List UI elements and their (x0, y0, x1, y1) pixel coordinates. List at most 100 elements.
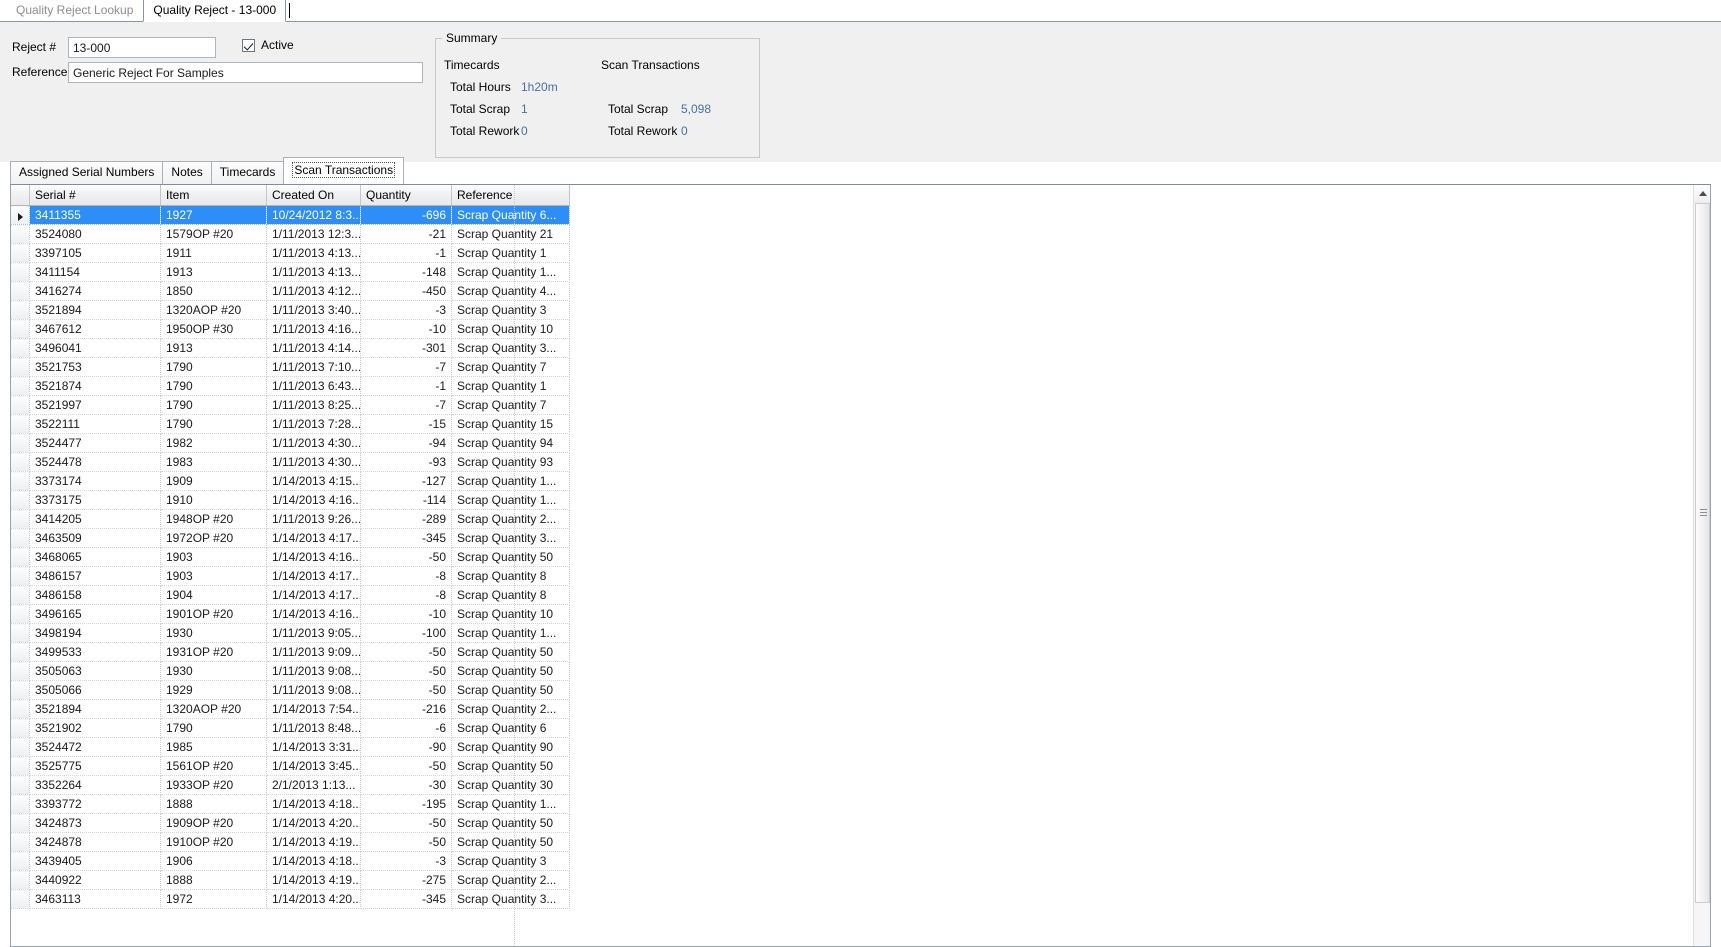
row-indicator-cell[interactable] (11, 794, 30, 814)
cell-serial[interactable]: 3393772 (29, 794, 161, 814)
row-indicator-cell[interactable] (11, 547, 30, 567)
table-row[interactable]: 3467612 1950OP #30 1/11/2013 4:16... -10 Scr… (11, 319, 570, 339)
table-row[interactable]: 3424878 1910OP #20 1/14/2013 4:19... -50 Scr… (11, 832, 570, 852)
table-row[interactable]: 3521894 1320AOP #20 1/11/2013 3:40... -3 Scr… (11, 300, 570, 320)
cell-reference[interactable]: Scrap Quantity 8 (451, 566, 570, 586)
column-header-reference[interactable]: Reference (451, 185, 570, 206)
cell-reference[interactable]: Scrap Quantity 10 (451, 319, 570, 339)
cell-reference[interactable]: Scrap Quantity 21 (451, 224, 570, 244)
cell-reference[interactable]: Scrap Quantity 1... (451, 262, 570, 282)
cell-item[interactable]: 1320AOP #20 (160, 300, 267, 320)
cell-created-on[interactable]: 1/11/2013 9:08... (266, 661, 361, 681)
column-header-serial[interactable]: Serial # (29, 185, 161, 206)
row-indicator-cell[interactable] (11, 243, 30, 263)
tab-timecards[interactable]: Timecards (210, 161, 285, 184)
cell-item[interactable]: 1931OP #20 (160, 642, 267, 662)
table-row[interactable]: 3521894 1320AOP #20 1/14/2013 7:54... -216 S… (11, 699, 570, 719)
table-row[interactable]: 3496041 1913 1/11/2013 4:14... -301 Scrap Qu… (11, 338, 570, 358)
row-indicator-cell[interactable] (11, 642, 30, 662)
table-row[interactable]: 3521997 1790 1/11/2013 8:25... -7 Scrap Quan… (11, 395, 570, 415)
cell-serial[interactable]: 3521902 (29, 718, 161, 738)
cell-item[interactable]: 1579OP #20 (160, 224, 267, 244)
cell-created-on[interactable]: 1/11/2013 4:16... (266, 319, 361, 339)
table-row[interactable]: 3424873 1909OP #20 1/14/2013 4:20... -50 Scr… (11, 813, 570, 833)
cell-serial[interactable]: 3486158 (29, 585, 161, 605)
scan-transactions-grid[interactable]: Serial # Item Created On Quantity Refere… (10, 184, 1711, 947)
table-row[interactable]: 3393772 1888 1/14/2013 4:18... -195 Scrap Qu… (11, 794, 570, 814)
tab-scan-transactions[interactable]: Scan Transactions (283, 157, 405, 184)
cell-item[interactable]: 1903 (160, 547, 267, 567)
cell-serial[interactable]: 3373174 (29, 471, 161, 491)
cell-reference[interactable]: Scrap Quantity 50 (451, 813, 570, 833)
cell-reference[interactable]: Scrap Quantity 3... (451, 338, 570, 358)
cell-quantity[interactable]: -301 (360, 338, 452, 358)
cell-item[interactable]: 1909 (160, 471, 267, 491)
row-indicator-cell[interactable] (11, 870, 30, 890)
cell-serial[interactable]: 3467612 (29, 319, 161, 339)
row-indicator-cell[interactable] (11, 851, 30, 871)
table-row[interactable]: 3411154 1913 1/11/2013 4:13... -148 Scrap Qu… (11, 262, 570, 282)
cell-reference[interactable]: Scrap Quantity 7 (451, 395, 570, 415)
grid-vertical-scrollbar[interactable] (1693, 185, 1710, 946)
table-row[interactable]: 3524478 1983 1/11/2013 4:30... -93 Scrap Qua… (11, 452, 570, 472)
row-indicator-cell[interactable] (11, 357, 30, 377)
cell-created-on[interactable]: 1/11/2013 12:3... (266, 224, 361, 244)
cell-quantity[interactable]: -345 (360, 889, 452, 909)
cell-item[interactable]: 1888 (160, 870, 267, 890)
row-indicator-cell[interactable] (11, 889, 30, 909)
cell-serial[interactable]: 3468065 (29, 547, 161, 567)
cell-reference[interactable]: Scrap Quantity 6... (451, 205, 570, 225)
cell-created-on[interactable]: 1/14/2013 4:15... (266, 471, 361, 491)
cell-serial[interactable]: 3505063 (29, 661, 161, 681)
column-header-item[interactable]: Item (160, 185, 267, 206)
row-indicator-cell[interactable] (11, 433, 30, 453)
table-row[interactable]: 3397105 1911 1/11/2013 4:13... -1 Scrap Quan… (11, 243, 570, 263)
row-indicator-cell[interactable] (11, 300, 30, 320)
cell-created-on[interactable]: 1/14/2013 4:19... (266, 832, 361, 852)
cell-quantity[interactable]: -6 (360, 718, 452, 738)
cell-item[interactable]: 1929 (160, 680, 267, 700)
cell-serial[interactable]: 3416274 (29, 281, 161, 301)
cell-reference[interactable]: Scrap Quantity 3 (451, 300, 570, 320)
cell-item[interactable]: 1972 (160, 889, 267, 909)
cell-item[interactable]: 1903 (160, 566, 267, 586)
cell-created-on[interactable]: 1/11/2013 4:13... (266, 262, 361, 282)
cell-serial[interactable]: 3524080 (29, 224, 161, 244)
cell-reference[interactable]: Scrap Quantity 1... (451, 623, 570, 643)
row-indicator-cell[interactable] (11, 832, 30, 852)
cell-created-on[interactable]: 1/11/2013 4:14... (266, 338, 361, 358)
table-row[interactable]: 3416274 1850 1/11/2013 4:12... -450 Scrap Qu… (11, 281, 570, 301)
row-indicator-cell[interactable] (11, 813, 30, 833)
cell-item[interactable]: 1790 (160, 414, 267, 434)
cell-reference[interactable]: Scrap Quantity 1... (451, 471, 570, 491)
tab-assigned-serial-numbers[interactable]: Assigned Serial Numbers (10, 161, 164, 184)
cell-created-on[interactable]: 10/24/2012 8:3... (266, 205, 361, 225)
cell-created-on[interactable]: 1/14/2013 4:17... (266, 566, 361, 586)
cell-quantity[interactable]: -3 (360, 300, 452, 320)
row-indicator-cell[interactable] (11, 471, 30, 491)
cell-reference[interactable]: Scrap Quantity 15 (451, 414, 570, 434)
table-row[interactable]: 3352264 1933OP #20 2/1/2013 1:13... -30 Scra… (11, 775, 570, 795)
cell-created-on[interactable]: 2/1/2013 1:13... (266, 775, 361, 795)
cell-item[interactable]: 1972OP #20 (160, 528, 267, 548)
cell-serial[interactable]: 3397105 (29, 243, 161, 263)
table-row[interactable]: 3440922 1888 1/14/2013 4:19... -275 Scrap Qu… (11, 870, 570, 890)
table-row[interactable]: 3468065 1903 1/14/2013 4:16... -50 Scrap Qua… (11, 547, 570, 567)
cell-created-on[interactable]: 1/11/2013 8:48... (266, 718, 361, 738)
row-indicator-cell[interactable] (11, 661, 30, 681)
cell-created-on[interactable]: 1/11/2013 7:10... (266, 357, 361, 377)
table-row[interactable]: 3463509 1972OP #20 1/14/2013 4:17... -345 Sc… (11, 528, 570, 548)
cell-reference[interactable]: Scrap Quantity 1 (451, 243, 570, 263)
cell-reference[interactable]: Scrap Quantity 50 (451, 661, 570, 681)
row-indicator-cell[interactable] (11, 376, 30, 396)
cell-serial[interactable]: 3424878 (29, 832, 161, 852)
cell-serial[interactable]: 3414205 (29, 509, 161, 529)
cell-created-on[interactable]: 1/11/2013 9:08... (266, 680, 361, 700)
cell-item[interactable]: 1985 (160, 737, 267, 757)
cell-quantity[interactable]: -8 (360, 566, 452, 586)
cell-created-on[interactable]: 1/11/2013 9:26... (266, 509, 361, 529)
cell-serial[interactable]: 3524472 (29, 737, 161, 757)
row-indicator-cell[interactable] (11, 775, 30, 795)
cell-item[interactable]: 1911 (160, 243, 267, 263)
cell-reference[interactable]: Scrap Quantity 3... (451, 528, 570, 548)
